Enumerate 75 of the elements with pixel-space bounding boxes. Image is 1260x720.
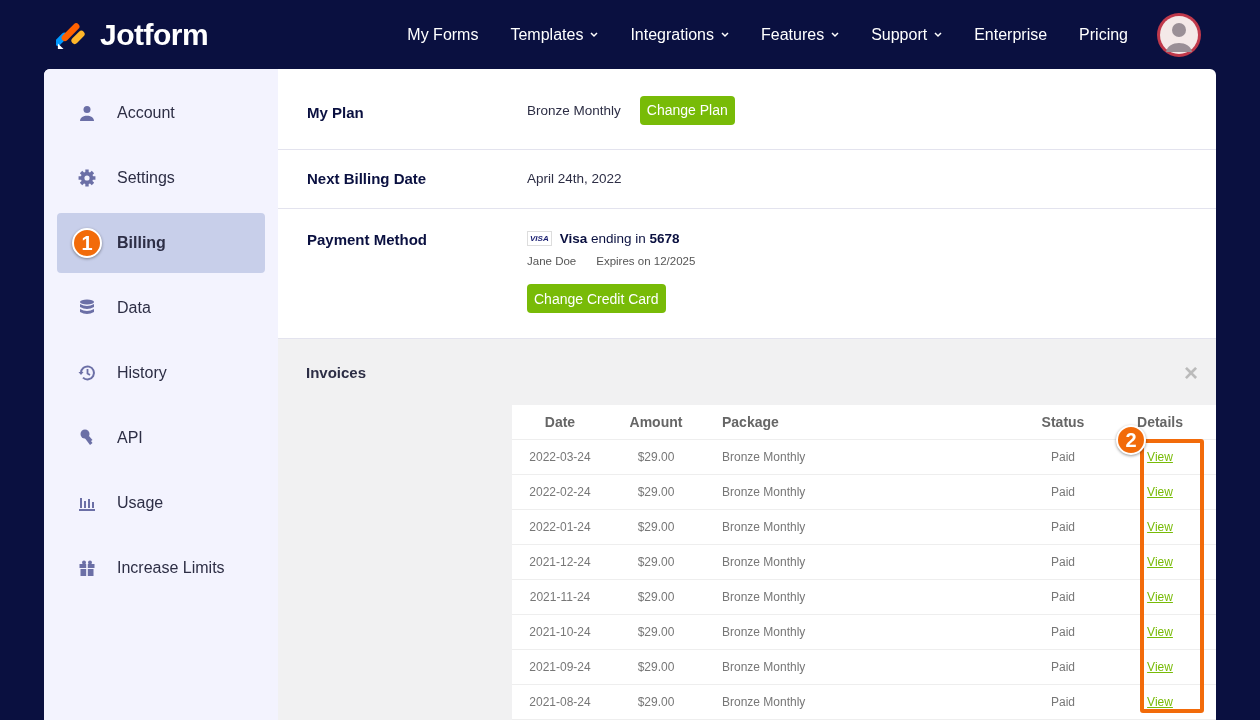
history-icon bbox=[78, 364, 96, 382]
column-header: Package bbox=[722, 414, 779, 430]
nav-link[interactable]: Integrations bbox=[614, 25, 745, 44]
section-title: Invoices bbox=[306, 364, 367, 381]
table-cell: 2021-11-24 bbox=[529, 590, 591, 604]
table-cell: 2022-03-24 bbox=[529, 450, 591, 464]
table-cell: Paid bbox=[1051, 660, 1075, 674]
nav-link[interactable]: Support bbox=[855, 25, 959, 44]
table-cell: Paid bbox=[1051, 695, 1075, 709]
card-holder: Jane Doe bbox=[527, 255, 577, 268]
key-icon bbox=[79, 429, 95, 447]
sidebar-item[interactable]: Data bbox=[57, 278, 265, 338]
table-cell: Bronze Monthly bbox=[722, 695, 806, 709]
caret-icon bbox=[590, 31, 599, 38]
nav-link[interactable]: Pricing bbox=[1063, 25, 1144, 44]
table-cell: $29.00 bbox=[637, 590, 675, 604]
table-cell: Paid bbox=[1051, 555, 1075, 569]
plan-name: Bronze Monthly bbox=[527, 102, 621, 118]
sidebar-item[interactable]: Increase Limits bbox=[57, 538, 265, 598]
database-icon bbox=[79, 299, 95, 317]
brand-name[interactable]: Jotform bbox=[100, 17, 209, 52]
billing-date: April 24th, 2022 bbox=[527, 171, 622, 187]
table-cell: $29.00 bbox=[637, 625, 675, 639]
table-cell: Paid bbox=[1051, 590, 1075, 604]
column-header: Amount bbox=[629, 414, 683, 430]
row-label: Next Billing Date bbox=[307, 170, 428, 188]
nav-link[interactable]: Templates bbox=[494, 25, 615, 44]
table-cell: Paid bbox=[1051, 520, 1075, 534]
table-cell: $29.00 bbox=[637, 520, 675, 534]
table-cell: Bronze Monthly bbox=[722, 485, 806, 499]
nav-link[interactable]: Enterprise bbox=[958, 25, 1064, 44]
table-cell: $29.00 bbox=[637, 660, 675, 674]
sidebar-item[interactable]: 1 Billing bbox=[57, 213, 265, 273]
avatar[interactable] bbox=[1156, 11, 1202, 58]
table-cell: Paid bbox=[1051, 625, 1075, 639]
card-description: Visa ending in 5678 bbox=[559, 231, 680, 247]
settings-icon bbox=[78, 169, 96, 187]
nav-link[interactable]: My Forms bbox=[391, 25, 495, 44]
table-cell: 2021-08-24 bbox=[529, 695, 591, 709]
table-cell: Paid bbox=[1051, 450, 1075, 464]
caret-icon bbox=[721, 31, 729, 38]
table-cell: Bronze Monthly bbox=[722, 590, 806, 604]
table-cell: Bronze Monthly bbox=[722, 555, 806, 569]
table-cell: 2021-12-24 bbox=[529, 555, 591, 569]
table-cell: 2022-02-24 bbox=[529, 485, 591, 499]
table-cell: $29.00 bbox=[637, 485, 675, 499]
table-cell: 2021-10-24 bbox=[529, 625, 591, 639]
user-icon bbox=[79, 105, 95, 121]
table-cell: $29.00 bbox=[637, 555, 675, 569]
caret-icon bbox=[934, 31, 943, 38]
sidebar-item[interactable]: History bbox=[57, 343, 265, 403]
caret-icon bbox=[831, 31, 840, 38]
sidebar-item[interactable]: Account bbox=[57, 83, 265, 143]
table-cell: Bronze Monthly bbox=[722, 450, 806, 464]
nav-link[interactable]: Features bbox=[745, 25, 856, 44]
row-label: Payment Method bbox=[307, 231, 428, 251]
sidebar-item[interactable]: API bbox=[57, 408, 265, 468]
column-header: Date bbox=[544, 414, 576, 430]
card-expiry: Expires on 12/2025 bbox=[596, 255, 696, 268]
table-cell: Paid bbox=[1051, 485, 1075, 499]
row-label: My Plan bbox=[307, 104, 365, 123]
table-cell: $29.00 bbox=[637, 450, 675, 464]
sidebar-item[interactable]: Settings bbox=[57, 148, 265, 208]
bar-chart-icon bbox=[79, 495, 95, 511]
step-badge: 1 bbox=[72, 228, 102, 258]
column-header: Status bbox=[1041, 414, 1085, 430]
table-cell: Bronze Monthly bbox=[722, 660, 806, 674]
table-cell: Bronze Monthly bbox=[722, 520, 806, 534]
sidebar-item[interactable]: Usage bbox=[57, 473, 265, 533]
table-cell: Bronze Monthly bbox=[722, 625, 806, 639]
table-cell: 2021-09-24 bbox=[529, 660, 591, 674]
table-cell: $29.00 bbox=[637, 695, 675, 709]
table-cell: 2022-01-24 bbox=[529, 520, 591, 534]
visa-card-icon: VISA bbox=[527, 231, 552, 247]
gift-icon bbox=[79, 560, 95, 576]
